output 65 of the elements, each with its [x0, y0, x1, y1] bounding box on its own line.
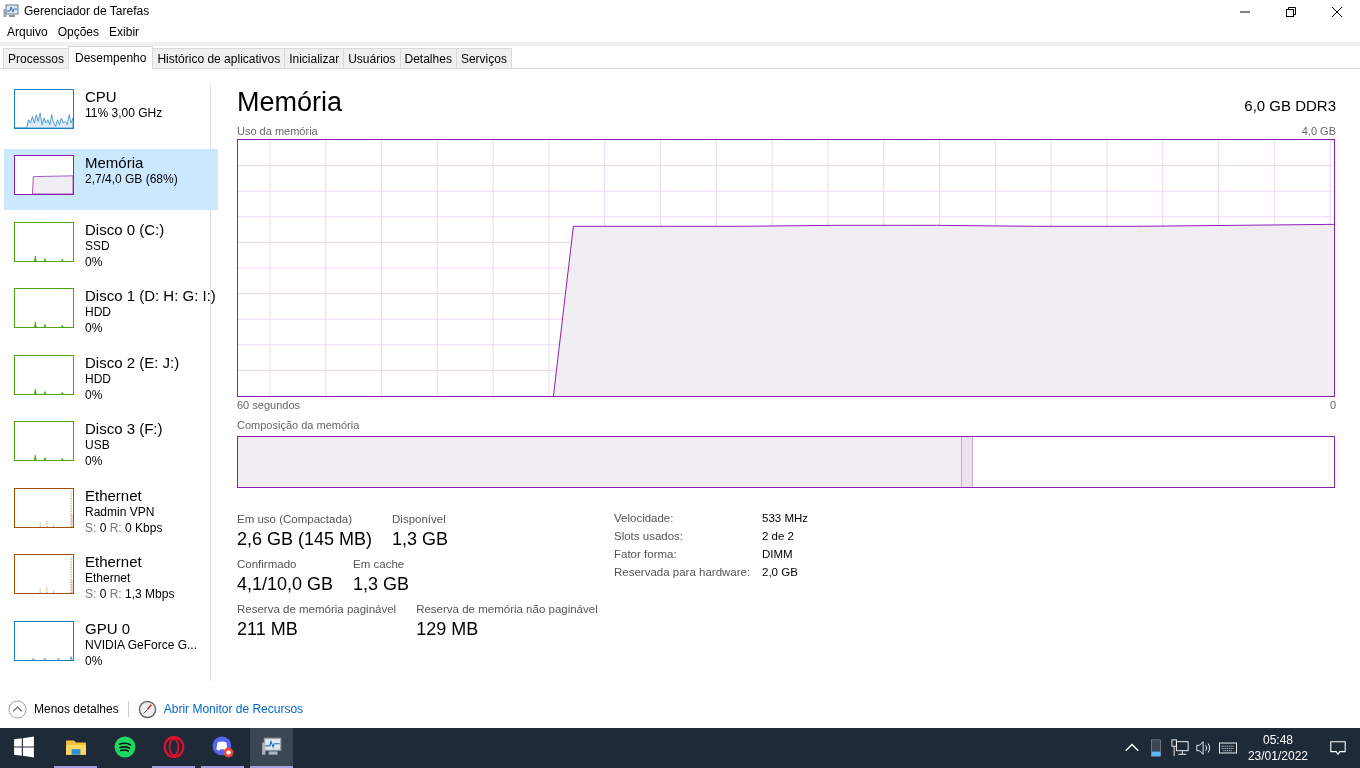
tab[interactable]: Detalhes [399, 48, 457, 68]
less-details-button[interactable]: Menos detalhes [8, 699, 119, 719]
menu-item[interactable]: Arquivo [2, 22, 53, 42]
window-title: Gerenciador de Tarefas [24, 4, 150, 18]
sidebar-item[interactable]: Ethernet Radmin VPN S: 0 R: 0 Kbps [4, 481, 218, 543]
tab[interactable]: Serviços [455, 48, 512, 68]
sidebar-item[interactable]: Disco 2 (E: J:) HDD 0% [4, 348, 218, 410]
spec-label: Slots usados: [614, 529, 685, 544]
clock[interactable]: 05:48 23/01/2022 [1239, 728, 1316, 768]
spec-label: Velocidade: [614, 511, 675, 526]
sidebar-item[interactable]: Disco 3 (F:) USB 0% [4, 415, 218, 476]
tab[interactable]: Histórico de aplicativos [152, 48, 286, 68]
axis-label: 0 [1329, 398, 1336, 413]
chart-label: Composição da memória [237, 418, 361, 433]
axis-label: 4,0 GB [1301, 124, 1336, 139]
sidebar-item[interactable]: CPU 11% 3,00 GHz [4, 83, 218, 144]
sidebar-item[interactable]: Disco 1 (D: H: G: I:) HDD 0% [4, 282, 218, 343]
tab[interactable]: Desempenho [68, 46, 154, 69]
sidebar-item[interactable]: Disco 0 (C:) SSD 0% [4, 215, 218, 277]
spec-label: Reservada para hardware: [614, 565, 752, 580]
restore-icon [1286, 7, 1296, 17]
monitor-graph-icon [260, 736, 283, 758]
stat-label: Em cache [353, 557, 406, 572]
stat-label: Reserva de memória não paginável [416, 602, 598, 617]
music-app-icon [113, 736, 136, 758]
spec-value: DIMM [762, 547, 794, 562]
windows-logo-icon [13, 736, 35, 758]
tab[interactable]: Inicializar [284, 48, 345, 68]
axis-label: 60 segundos [237, 398, 300, 413]
chat-app-icon [211, 736, 234, 758]
page-heading: Memória [237, 87, 343, 118]
stat-value: 1,3 GB [353, 573, 410, 596]
spec-label: Fator forma: [614, 547, 678, 562]
chevron-up-icon [8, 699, 27, 719]
stat-label: Em uso (Compactada) [237, 512, 354, 527]
close-icon [1332, 7, 1342, 17]
ring-logo-icon [162, 736, 185, 758]
menu-item[interactable]: Opções [52, 22, 105, 42]
stat-value: 1,3 GB [392, 528, 449, 551]
stat-value: 4,1/10,0 GB [237, 573, 334, 596]
chart-label: Uso da memória [237, 124, 318, 139]
gauge-icon [137, 699, 157, 719]
stat-value: 2,6 GB (145 MB) [237, 528, 373, 551]
stat-value: 129 MB [416, 618, 480, 641]
stat-value: 211 MB [237, 618, 299, 641]
stat-label: Reserva de memória paginável [237, 602, 397, 617]
sidebar-item[interactable]: Memória 2,7/4,0 GB (68%) [4, 149, 218, 210]
sidebar-item[interactable]: Ethernet Ethernet S: 0 R: 1,3 Mbps [4, 548, 218, 609]
tab[interactable]: Processos [3, 48, 70, 68]
stat-label: Confirmado [237, 557, 298, 572]
sidebar-item[interactable]: GPU 0 NVIDIA GeForce G... 0% [4, 614, 218, 675]
resource-monitor-link[interactable]: Abrir Monitor de Recursos [137, 699, 304, 719]
volume-icon [1194, 739, 1213, 757]
network-icon [1170, 739, 1189, 757]
stat-label: Disponível [392, 512, 447, 527]
spec-value: 533 MHz [762, 511, 809, 526]
taskbar-app-button[interactable] [250, 728, 293, 768]
menu-item[interactable]: Exibir [104, 22, 145, 42]
spec-value: 2,0 GB [762, 565, 799, 580]
spec-value: 2 de 2 [762, 529, 795, 544]
speech-bubble-icon [1329, 739, 1347, 757]
keyboard-icon [1218, 739, 1237, 757]
tab[interactable]: Usuários [343, 48, 401, 68]
memory-type: 6,0 GB DDR3 [1244, 97, 1336, 114]
task-manager-icon [3, 4, 19, 18]
